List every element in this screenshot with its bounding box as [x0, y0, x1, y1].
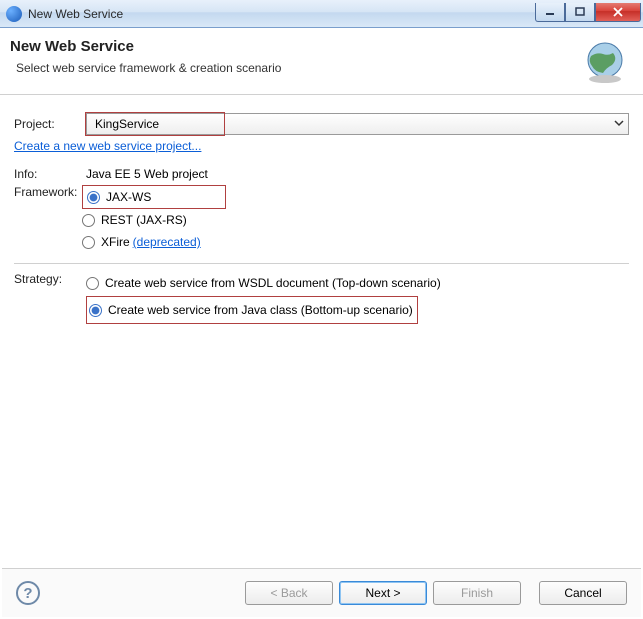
page-title: New Web Service [10, 38, 581, 55]
highlight-framework: JAX-WS [82, 185, 226, 209]
strategy-option-topdown[interactable]: Create web service from WSDL document (T… [86, 272, 441, 294]
wizard-content: Project: Create a new web service projec… [0, 95, 643, 338]
close-button[interactable] [595, 3, 641, 22]
minimize-icon [545, 7, 555, 17]
strategy-label: Strategy: [14, 272, 86, 286]
radio-jaxws[interactable] [87, 191, 100, 204]
wizard-footer: ? < Back Next > Finish Cancel [2, 568, 641, 617]
info-value: Java EE 5 Web project [86, 167, 208, 181]
globe-icon [581, 38, 629, 86]
radio-xfire[interactable] [82, 236, 95, 249]
help-icon: ? [23, 585, 32, 602]
window-title: New Web Service [28, 7, 535, 21]
strategy-bottomup-label: Create web service from Java class (Bott… [108, 303, 413, 317]
separator [14, 263, 629, 264]
info-label: Info: [14, 167, 86, 181]
wizard-header: New Web Service Select web service frame… [0, 28, 643, 95]
back-button[interactable]: < Back [245, 581, 333, 605]
framework-option-jaxws[interactable]: JAX-WS [87, 186, 151, 208]
app-icon [6, 6, 22, 22]
framework-label: Framework: [14, 185, 86, 199]
titlebar[interactable]: New Web Service [0, 0, 643, 28]
radio-rest[interactable] [82, 214, 95, 227]
framework-option-rest[interactable]: REST (JAX-RS) [82, 209, 226, 231]
project-combo[interactable] [86, 113, 629, 135]
create-project-link[interactable]: Create a new web service project... [14, 139, 201, 153]
maximize-icon [575, 7, 585, 17]
close-icon [612, 7, 624, 17]
finish-button[interactable]: Finish [433, 581, 521, 605]
minimize-button[interactable] [535, 3, 565, 22]
cancel-button[interactable]: Cancel [539, 581, 627, 605]
highlight-strategy: Create web service from Java class (Bott… [86, 296, 418, 324]
next-button[interactable]: Next > [339, 581, 427, 605]
xfire-deprecated-link[interactable]: (deprecated) [133, 235, 201, 249]
project-label: Project: [14, 117, 86, 131]
maximize-button[interactable] [565, 3, 595, 22]
framework-option-xfire[interactable]: XFire (deprecated) [82, 231, 226, 253]
radio-bottomup[interactable] [89, 304, 102, 317]
framework-jaxws-label: JAX-WS [106, 190, 151, 204]
window-buttons [535, 3, 641, 22]
framework-rest-label: REST (JAX-RS) [101, 213, 187, 227]
framework-xfire-label: XFire [101, 235, 130, 249]
strategy-topdown-label: Create web service from WSDL document (T… [105, 276, 441, 290]
page-subtitle: Select web service framework & creation … [16, 61, 581, 75]
radio-topdown[interactable] [86, 277, 99, 290]
help-button[interactable]: ? [16, 581, 40, 605]
strategy-option-bottomup[interactable]: Create web service from Java class (Bott… [89, 299, 413, 321]
